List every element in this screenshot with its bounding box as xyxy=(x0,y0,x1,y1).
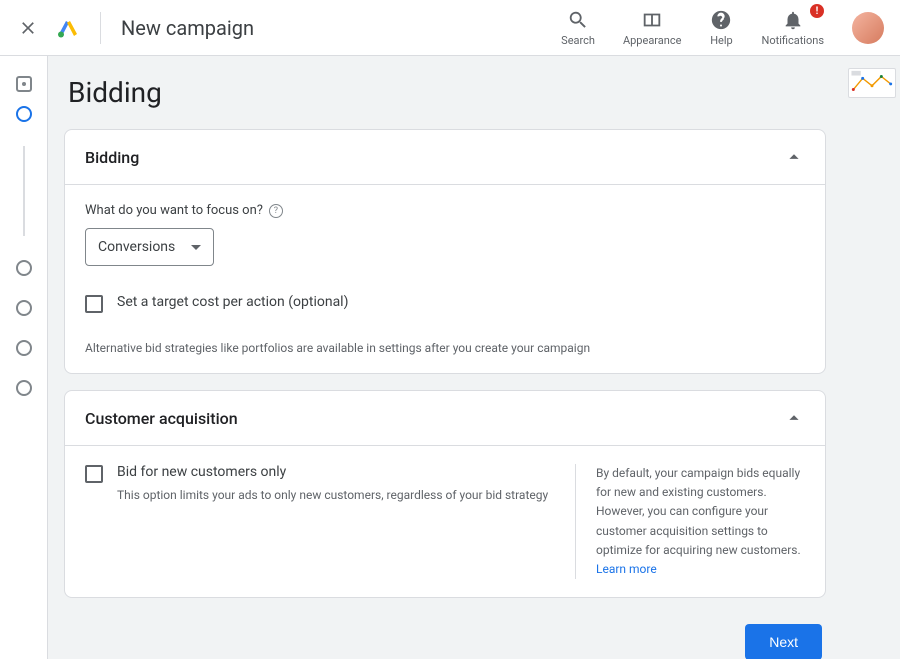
page-header-title: New campaign xyxy=(121,16,254,40)
user-avatar[interactable] xyxy=(852,12,884,44)
target-cpa-label: Set a target cost per action (optional) xyxy=(117,294,348,310)
new-customers-sublabel: This option limits your ads to only new … xyxy=(117,488,548,502)
bidding-hint: Alternative bid strategies like portfoli… xyxy=(85,341,805,355)
step-4[interactable] xyxy=(16,300,32,316)
new-customers-label: Bid for new customers only xyxy=(117,464,548,480)
step-current[interactable] xyxy=(16,106,32,122)
focus-question-label: What do you want to focus on? ? xyxy=(85,203,805,218)
focus-dropdown[interactable]: Conversions xyxy=(85,228,214,266)
bell-icon: ! xyxy=(781,8,805,32)
step-3[interactable] xyxy=(16,260,32,276)
acquisition-card-header[interactable]: Customer acquisition xyxy=(65,391,825,445)
dropdown-arrow-icon xyxy=(191,245,201,250)
step-6[interactable] xyxy=(16,380,32,396)
google-ads-logo xyxy=(56,16,80,40)
close-button[interactable] xyxy=(16,16,40,40)
new-customers-checkbox[interactable] xyxy=(85,465,103,483)
bidding-card-title: Bidding xyxy=(85,148,139,167)
help-icon xyxy=(709,8,733,32)
focus-dropdown-value: Conversions xyxy=(98,239,175,255)
step-overview-icon[interactable] xyxy=(16,76,32,92)
main-content: Bidding Bidding What do you want to focu… xyxy=(48,56,842,659)
bidding-card-header[interactable]: Bidding xyxy=(65,130,825,184)
next-button[interactable]: Next xyxy=(745,624,822,659)
appearance-action[interactable]: Appearance xyxy=(623,8,682,47)
search-label: Search xyxy=(561,34,595,47)
notifications-action[interactable]: ! Notifications xyxy=(761,8,824,47)
appearance-label: Appearance xyxy=(623,34,682,47)
acquisition-side-info: By default, your campaign bids equally f… xyxy=(575,464,805,579)
top-bar: New campaign Search Appearance Help ! No… xyxy=(0,0,900,56)
step-5[interactable] xyxy=(16,340,32,356)
step-rail xyxy=(0,56,48,659)
target-cpa-checkbox[interactable] xyxy=(85,295,103,313)
learn-more-link[interactable]: Learn more xyxy=(596,562,657,576)
header-divider xyxy=(100,12,101,44)
step-connector xyxy=(23,146,25,236)
chevron-up-icon xyxy=(783,407,805,429)
search-icon xyxy=(566,8,590,32)
bidding-card: Bidding What do you want to focus on? ? … xyxy=(64,129,826,374)
help-action[interactable]: Help xyxy=(709,8,733,47)
notifications-label: Notifications xyxy=(761,34,824,47)
page-title: Bidding xyxy=(68,76,826,109)
performance-preview-thumb[interactable] xyxy=(848,68,896,98)
search-action[interactable]: Search xyxy=(561,8,595,47)
chevron-up-icon xyxy=(783,146,805,168)
customer-acquisition-card: Customer acquisition Bid for new custome… xyxy=(64,390,826,598)
help-tooltip-icon[interactable]: ? xyxy=(269,204,283,218)
acquisition-card-title: Customer acquisition xyxy=(85,409,238,428)
appearance-icon xyxy=(640,8,664,32)
help-label: Help xyxy=(710,34,733,47)
notification-badge: ! xyxy=(810,4,824,18)
preview-rail xyxy=(842,56,900,659)
